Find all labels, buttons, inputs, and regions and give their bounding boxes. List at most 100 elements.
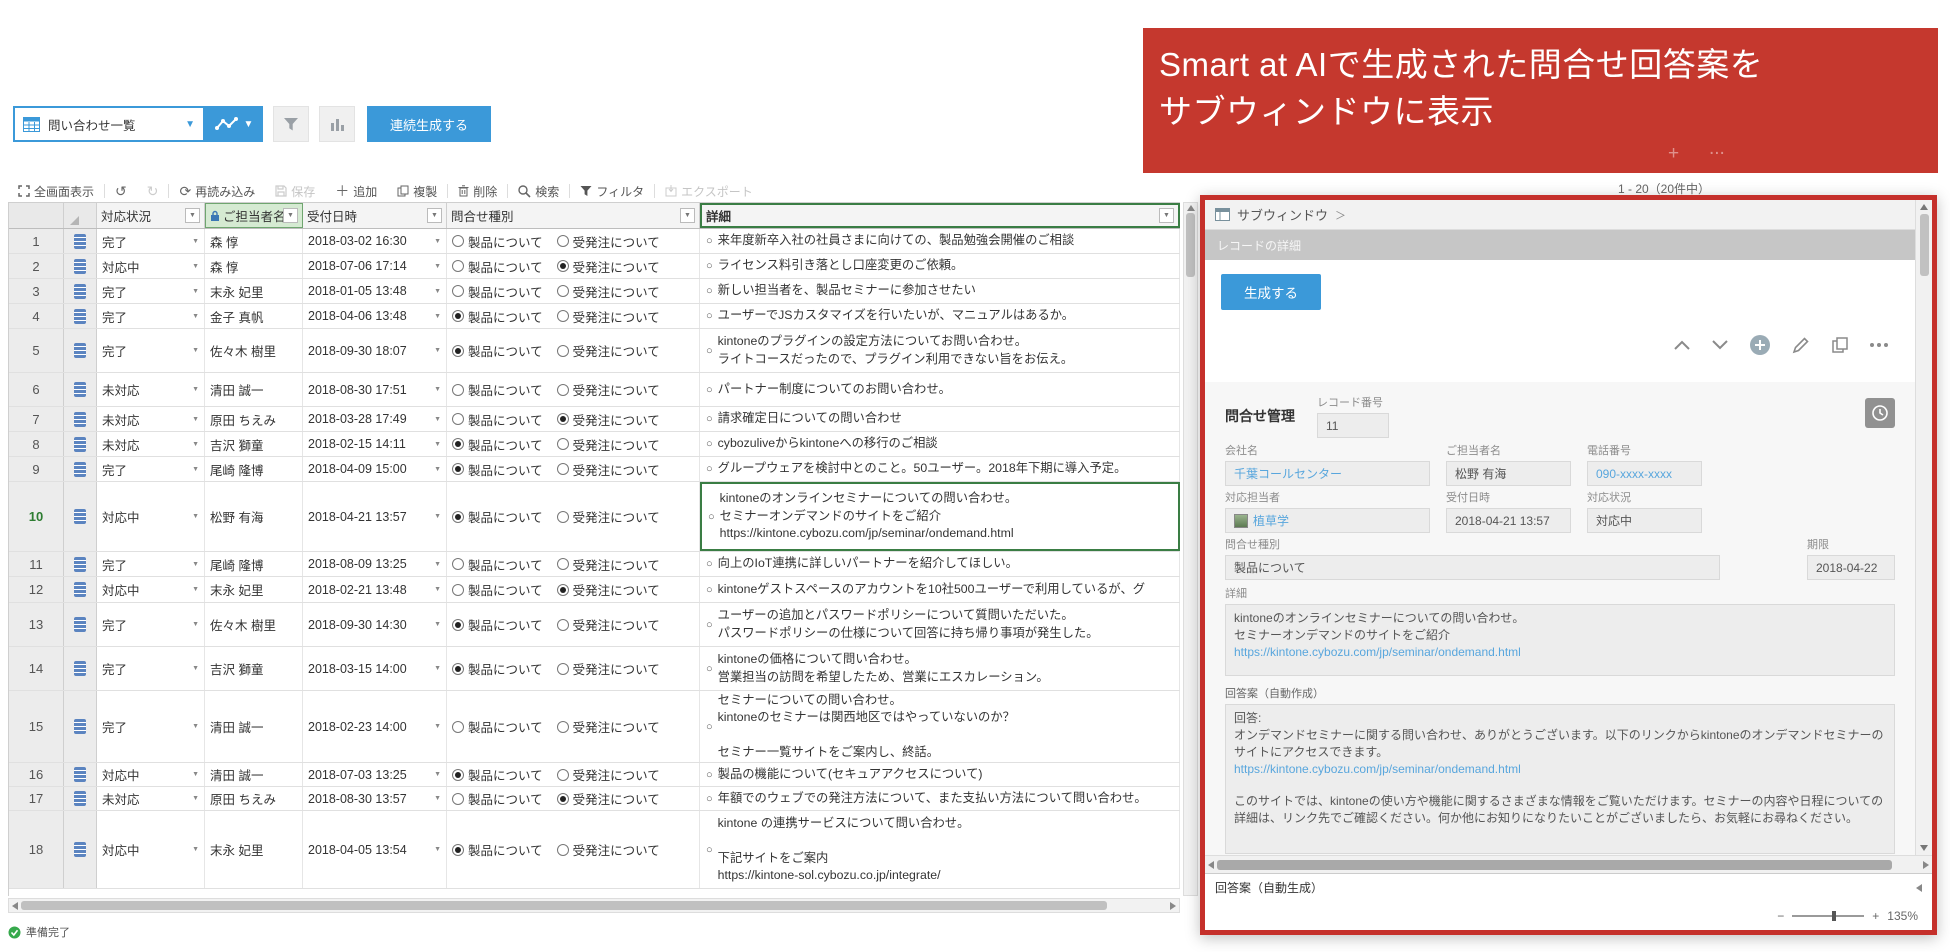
- dropdown-caret-icon[interactable]: ▼: [434, 795, 441, 802]
- radio-icon[interactable]: [452, 413, 464, 425]
- table-row[interactable]: 2 対応中 ▼ 森 惇 2018-07-06 17:14 ▼ 製品について 受発注について ○ ラ…: [9, 254, 1180, 279]
- filter-button[interactable]: [273, 106, 309, 142]
- zoom-out-button[interactable]: −: [1777, 909, 1784, 923]
- answer-link[interactable]: https://kintone.cybozu.com/jp/seminar/on…: [1234, 761, 1886, 778]
- dropdown-caret-icon[interactable]: ▼: [192, 416, 199, 423]
- type-cell[interactable]: 製品について 受発注について: [447, 407, 700, 431]
- status-filter-dropdown[interactable]: ▼: [185, 208, 200, 223]
- assignee-cell[interactable]: 吉沢 獅童: [205, 432, 303, 456]
- status-cell[interactable]: 完了 ▼: [97, 229, 205, 253]
- assignee-cell[interactable]: 佐々木 樹里: [205, 603, 303, 646]
- table-row[interactable]: 16 対応中 ▼ 清田 誠一 2018-07-03 13:25 ▼ 製品について 受発注につい…: [9, 763, 1180, 787]
- radio-icon[interactable]: [452, 768, 464, 781]
- radio-option-order[interactable]: 受発注について: [556, 615, 660, 634]
- zoom-in-button[interactable]: +: [1872, 909, 1879, 923]
- type-cell[interactable]: 製品について 受発注について: [447, 254, 700, 278]
- dropdown-caret-icon[interactable]: ▼: [434, 238, 441, 245]
- radio-option-order[interactable]: 受発注について: [556, 507, 660, 526]
- radio-icon[interactable]: [556, 344, 569, 357]
- received-filter-dropdown[interactable]: ▼: [427, 208, 442, 223]
- radio-option-order[interactable]: 受発注について: [556, 282, 660, 301]
- table-row[interactable]: 7 未対応 ▼ 原田 ちえみ 2018-03-28 17:49 ▼ 製品について 受発注につい…: [9, 407, 1180, 432]
- radio-option-product[interactable]: 製品について: [452, 307, 543, 326]
- assignee-cell[interactable]: 原田 ちえみ: [205, 407, 303, 431]
- assignee-cell[interactable]: 尾崎 隆博: [205, 552, 303, 576]
- subwindow-horizontal-scrollbar[interactable]: [1205, 855, 1932, 873]
- detail-link[interactable]: https://kintone.cybozu.com/jp/seminar/on…: [1234, 644, 1886, 661]
- dropdown-caret-icon[interactable]: ▼: [434, 416, 441, 423]
- received-cell[interactable]: 2018-03-28 17:49 ▼: [303, 407, 447, 431]
- assignee-cell[interactable]: 松野 有海: [205, 482, 303, 551]
- radio-icon[interactable]: [556, 413, 569, 425]
- received-cell[interactable]: 2018-07-03 13:25 ▼: [303, 763, 447, 786]
- radio-icon[interactable]: [556, 510, 569, 523]
- received-cell[interactable]: 2018-03-02 16:30 ▼: [303, 229, 447, 253]
- record-document-icon[interactable]: [74, 617, 86, 632]
- radio-icon[interactable]: [452, 510, 464, 523]
- rep-value-box[interactable]: 植草学: [1225, 508, 1430, 533]
- radio-icon[interactable]: [556, 438, 569, 450]
- table-row[interactable]: 6 未対応 ▼ 清田 誠一 2018-08-30 17:51 ▼ 製品について 受発注について…: [9, 373, 1180, 407]
- record-document-icon[interactable]: [74, 556, 86, 572]
- radio-icon[interactable]: [452, 344, 464, 357]
- radio-icon[interactable]: [556, 383, 569, 396]
- radio-option-product[interactable]: 製品について: [452, 580, 543, 599]
- next-record-icon[interactable]: [1711, 339, 1729, 351]
- detail-cell[interactable]: ○ ライセンス料引き落とし口座変更のご依頼。: [700, 254, 1180, 278]
- radio-option-order[interactable]: 受発注について: [556, 307, 660, 326]
- dropdown-caret-icon[interactable]: ▼: [434, 386, 441, 393]
- header-received[interactable]: 受付日時 ▼: [303, 203, 447, 228]
- type-cell[interactable]: 製品について 受発注について: [447, 432, 700, 456]
- radio-icon[interactable]: [556, 720, 569, 733]
- more-options-icon[interactable]: [1869, 342, 1889, 348]
- radio-icon[interactable]: [556, 583, 569, 596]
- dropdown-caret-icon[interactable]: ▼: [192, 386, 199, 393]
- type-cell[interactable]: 製品について 受発注について: [447, 552, 700, 576]
- status-cell[interactable]: 完了 ▼: [97, 304, 205, 328]
- row-open-cell[interactable]: [64, 432, 97, 456]
- assignee-cell[interactable]: 末永 妃里: [205, 279, 303, 303]
- received-cell[interactable]: 2018-04-05 13:54 ▼: [303, 811, 447, 888]
- detail-cell[interactable]: ○ kintoneの価格について問い合わせ。 営業担当の訪問を希望したため、営業に…: [700, 647, 1180, 690]
- dropdown-caret-icon[interactable]: ▼: [192, 561, 199, 568]
- detail-cell[interactable]: ○ 来年度新卒入社の社員さまに向けての、製品勉強会開催のご相談: [700, 229, 1180, 253]
- radio-icon[interactable]: [452, 235, 464, 247]
- radio-icon[interactable]: [452, 383, 464, 396]
- radio-option-order[interactable]: 受発注について: [556, 659, 660, 678]
- detail-cell[interactable]: ○ パートナー制度についてのお問い合わせ。: [700, 373, 1180, 406]
- continuous-generate-button[interactable]: 連続生成する: [367, 106, 491, 142]
- table-row[interactable]: 5 完了 ▼ 佐々木 樹里 2018-09-30 18:07 ▼ 製品について 受発注について…: [9, 329, 1180, 373]
- table-row[interactable]: 14 完了 ▼ 吉沢 獅童 2018-03-15 14:00 ▼ 製品について 受発注について…: [9, 647, 1180, 691]
- type-cell[interactable]: 製品について 受発注について: [447, 457, 700, 481]
- received-cell[interactable]: 2018-04-06 13:48 ▼: [303, 304, 447, 328]
- assignee-cell[interactable]: 末永 妃里: [205, 577, 303, 602]
- dropdown-caret-icon[interactable]: ▼: [192, 846, 199, 853]
- radio-option-product[interactable]: 製品について: [452, 257, 543, 276]
- row-open-cell[interactable]: [64, 577, 97, 602]
- dropdown-caret-icon[interactable]: ▼: [434, 313, 441, 320]
- redo-button[interactable]: ↻: [137, 183, 169, 200]
- view-selector[interactable]: 問い合わせ一覧 ▼: [13, 106, 205, 142]
- status-cell[interactable]: 完了 ▼: [97, 603, 205, 646]
- row-open-cell[interactable]: [64, 373, 97, 406]
- radio-icon[interactable]: [556, 463, 569, 475]
- status-cell[interactable]: 対応中 ▼: [97, 763, 205, 786]
- table-row[interactable]: 17 未対応 ▼ 原田 ちえみ 2018-08-30 13:57 ▼ 製品について 受発注につ…: [9, 787, 1180, 811]
- table-row[interactable]: 8 未対応 ▼ 吉沢 獅童 2018-02-15 14:11 ▼ 製品について 受発注について…: [9, 432, 1180, 457]
- radio-option-order[interactable]: 受発注について: [556, 380, 660, 399]
- record-document-icon[interactable]: [74, 582, 86, 597]
- radio-option-product[interactable]: 製品について: [452, 555, 543, 574]
- previous-record-icon[interactable]: [1673, 339, 1691, 351]
- fullscreen-button[interactable]: 全画面表示: [8, 183, 104, 200]
- radio-option-product[interactable]: 製品について: [452, 435, 543, 454]
- row-open-cell[interactable]: [64, 407, 97, 431]
- status-cell[interactable]: 対応中 ▼: [97, 811, 205, 888]
- detail-cell[interactable]: ○ ユーザーの追加とパスワードポリシーについて質問いただいた。 パスワードポリシー…: [700, 603, 1180, 646]
- detail-cell[interactable]: ○ kintone の連携サービスについて問い合わせ。 下記サイトをご案内 htt…: [700, 811, 1180, 888]
- dropdown-caret-icon[interactable]: ▼: [434, 846, 441, 853]
- dropdown-caret-icon[interactable]: ▼: [192, 795, 199, 802]
- received-cell[interactable]: 2018-04-09 15:00 ▼: [303, 457, 447, 481]
- row-open-cell[interactable]: [64, 329, 97, 372]
- radio-option-product[interactable]: 製品について: [452, 507, 543, 526]
- radio-icon[interactable]: [452, 310, 464, 322]
